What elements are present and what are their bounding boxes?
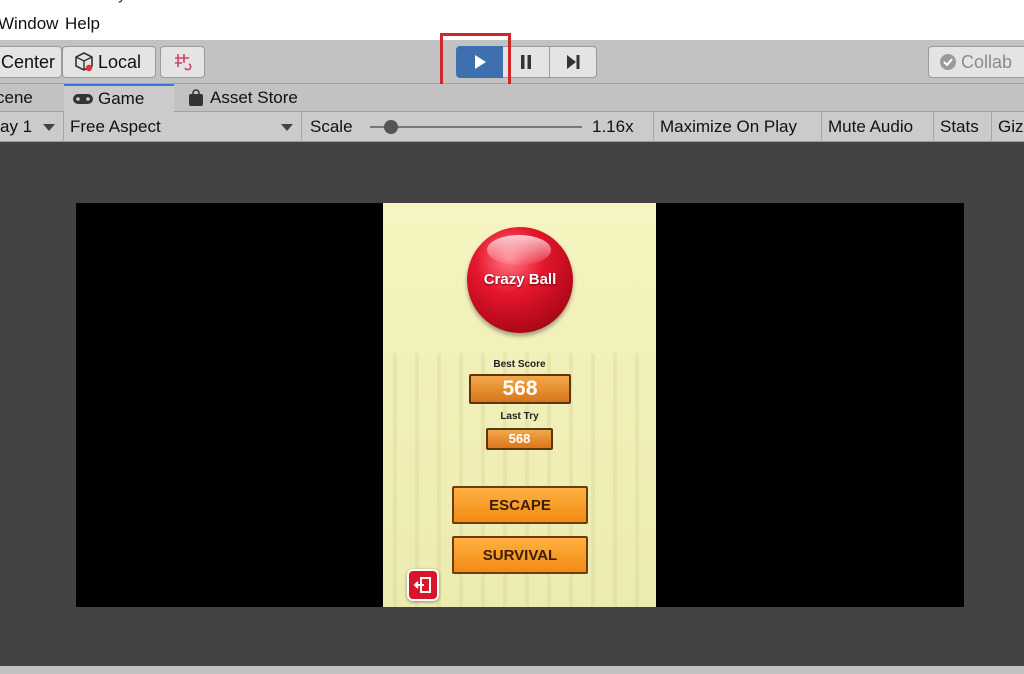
- pause-icon: [519, 54, 533, 70]
- collab-button[interactable]: Collab: [928, 46, 1024, 78]
- local-space-button[interactable]: Local: [62, 46, 156, 78]
- collab-label: Collab: [961, 51, 1013, 72]
- scale-value: 1.16x: [592, 117, 634, 136]
- mute-audio-toggle[interactable]: Mute Audio: [822, 112, 934, 142]
- scale-slider-handle[interactable]: [384, 120, 398, 134]
- game-view-toolbar: ay 1 Free Aspect Scale 1.16x Maximize On…: [0, 112, 1024, 142]
- escape-button[interactable]: ESCAPE: [452, 486, 588, 524]
- game-screen: Crazy Ball Best Score 568 Last Try 568 E…: [383, 203, 656, 607]
- last-try-label: Last Try: [500, 411, 539, 422]
- window-title-fragment: y: [118, 0, 126, 4]
- shopping-bag-icon: [188, 89, 204, 107]
- tab-game-label: Game: [98, 89, 145, 108]
- chevron-down-icon: [281, 124, 293, 131]
- grid-snap-icon: [172, 51, 194, 73]
- menu-window[interactable]: Window: [0, 14, 58, 34]
- gizmos-label: Giz: [998, 117, 1024, 136]
- play-icon: [473, 54, 487, 70]
- tab-asset-store[interactable]: Asset Store: [186, 84, 316, 112]
- check-circle-icon: [939, 53, 957, 71]
- scale-control: Scale 1.16x: [302, 112, 654, 142]
- tab-game[interactable]: Game: [64, 84, 174, 112]
- exit-button[interactable]: [407, 569, 439, 601]
- stats-toggle[interactable]: Stats: [934, 112, 992, 142]
- stats-label: Stats: [940, 117, 979, 136]
- gamepad-icon: [72, 92, 94, 106]
- pause-button[interactable]: [503, 46, 550, 78]
- step-button[interactable]: [550, 46, 597, 78]
- crazy-ball-logo: Crazy Ball: [467, 227, 573, 333]
- playback-controls: [456, 46, 597, 78]
- maximize-on-play-label: Maximize On Play: [660, 117, 797, 136]
- chevron-down-icon: [43, 124, 55, 131]
- bottom-status-strip: [0, 666, 1024, 674]
- main-toolbar: Center Local Collab: [0, 40, 1024, 84]
- grid-snap-button[interactable]: [160, 46, 205, 78]
- view-tab-bar: cene Game Asset Store: [0, 84, 1024, 112]
- mute-audio-label: Mute Audio: [828, 117, 914, 136]
- pivot-center-label: Center: [1, 51, 56, 72]
- exit-door-icon: [413, 575, 433, 595]
- survival-button[interactable]: SURVIVAL: [452, 536, 588, 574]
- ball-shine: [487, 235, 551, 265]
- tab-scene-label: cene: [0, 88, 33, 107]
- cube-icon: [73, 51, 95, 73]
- gizmos-dropdown[interactable]: Giz: [992, 112, 1024, 142]
- best-score-value: 568: [469, 374, 571, 404]
- aspect-dropdown[interactable]: Free Aspect: [64, 112, 302, 142]
- scale-slider[interactable]: [370, 120, 582, 134]
- local-space-label: Local: [98, 51, 142, 72]
- aspect-label: Free Aspect: [70, 117, 161, 136]
- play-button[interactable]: [456, 46, 503, 78]
- pivot-center-button[interactable]: Center: [0, 46, 62, 78]
- display-dropdown[interactable]: ay 1: [0, 112, 64, 142]
- scale-label: Scale: [310, 117, 353, 136]
- step-icon: [565, 54, 581, 70]
- display-label: ay 1: [0, 117, 33, 136]
- maximize-on-play-toggle[interactable]: Maximize On Play: [654, 112, 822, 142]
- menu-help[interactable]: Help: [65, 14, 100, 34]
- best-score-label: Best Score: [493, 359, 546, 370]
- tab-asset-store-label: Asset Store: [210, 88, 298, 107]
- last-try-value: 568: [486, 428, 553, 450]
- tab-scene[interactable]: cene: [0, 84, 62, 112]
- menu-bar: y Window Help: [0, 0, 1024, 40]
- game-title: Crazy Ball: [483, 271, 557, 288]
